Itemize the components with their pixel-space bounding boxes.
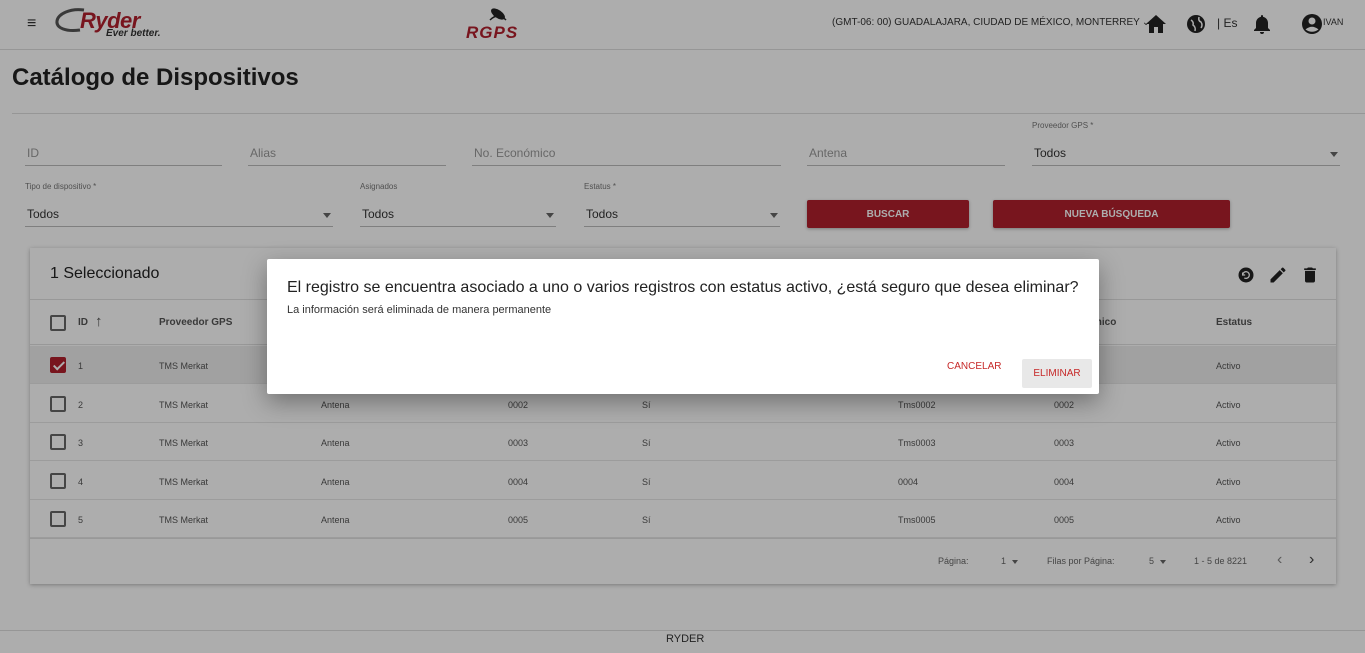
dialog-message: La información será eliminada de manera … [287, 304, 552, 316]
dialog-title: El registro se encuentra asociado a uno … [287, 279, 1079, 296]
confirm-delete-dialog: El registro se encuentra asociado a uno … [267, 259, 1099, 394]
cancel-button[interactable]: CANCELAR [947, 361, 1001, 372]
eliminar-button[interactable]: ELIMINAR [1022, 359, 1092, 388]
